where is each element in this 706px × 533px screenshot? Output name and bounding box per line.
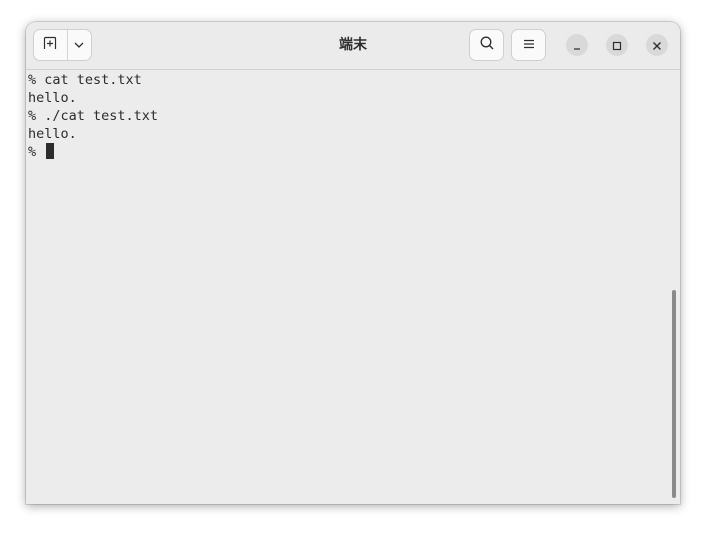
terminal-line: % cat test.txt [28,72,142,88]
main-menu-button[interactable] [511,29,546,61]
prompt: % [28,144,45,160]
text-cursor [46,143,55,159]
search-button[interactable] [469,29,504,61]
search-icon [479,35,495,55]
terminal-line: hello. [28,90,77,106]
terminal-line: % ./cat test.txt [28,108,159,124]
new-tab-icon [42,35,58,55]
close-button[interactable] [646,34,668,56]
tab-options-dropdown[interactable] [68,30,91,60]
close-icon [652,36,662,55]
minimize-icon [572,36,582,55]
terminal-line: hello. [28,126,77,142]
minimize-button[interactable] [566,34,588,56]
header-bar: 端末 [26,22,680,70]
maximize-icon [612,36,622,55]
maximize-button[interactable] [606,34,628,56]
terminal-prompt-line: % [28,143,158,161]
terminal-output-area[interactable]: % cat test.txt hello. % ./cat test.txt h… [26,70,680,504]
terminal-lines: % cat test.txt hello. % ./cat test.txt h… [28,71,158,161]
terminal-window: 端末 % cat test.txt hello. % ./cat test.tx… [26,22,680,504]
new-tab-button[interactable] [34,30,68,60]
hamburger-menu-icon [522,36,536,55]
vertical-scrollbar[interactable] [672,290,676,498]
new-tab-split-button [33,29,92,61]
chevron-down-icon [73,36,85,55]
